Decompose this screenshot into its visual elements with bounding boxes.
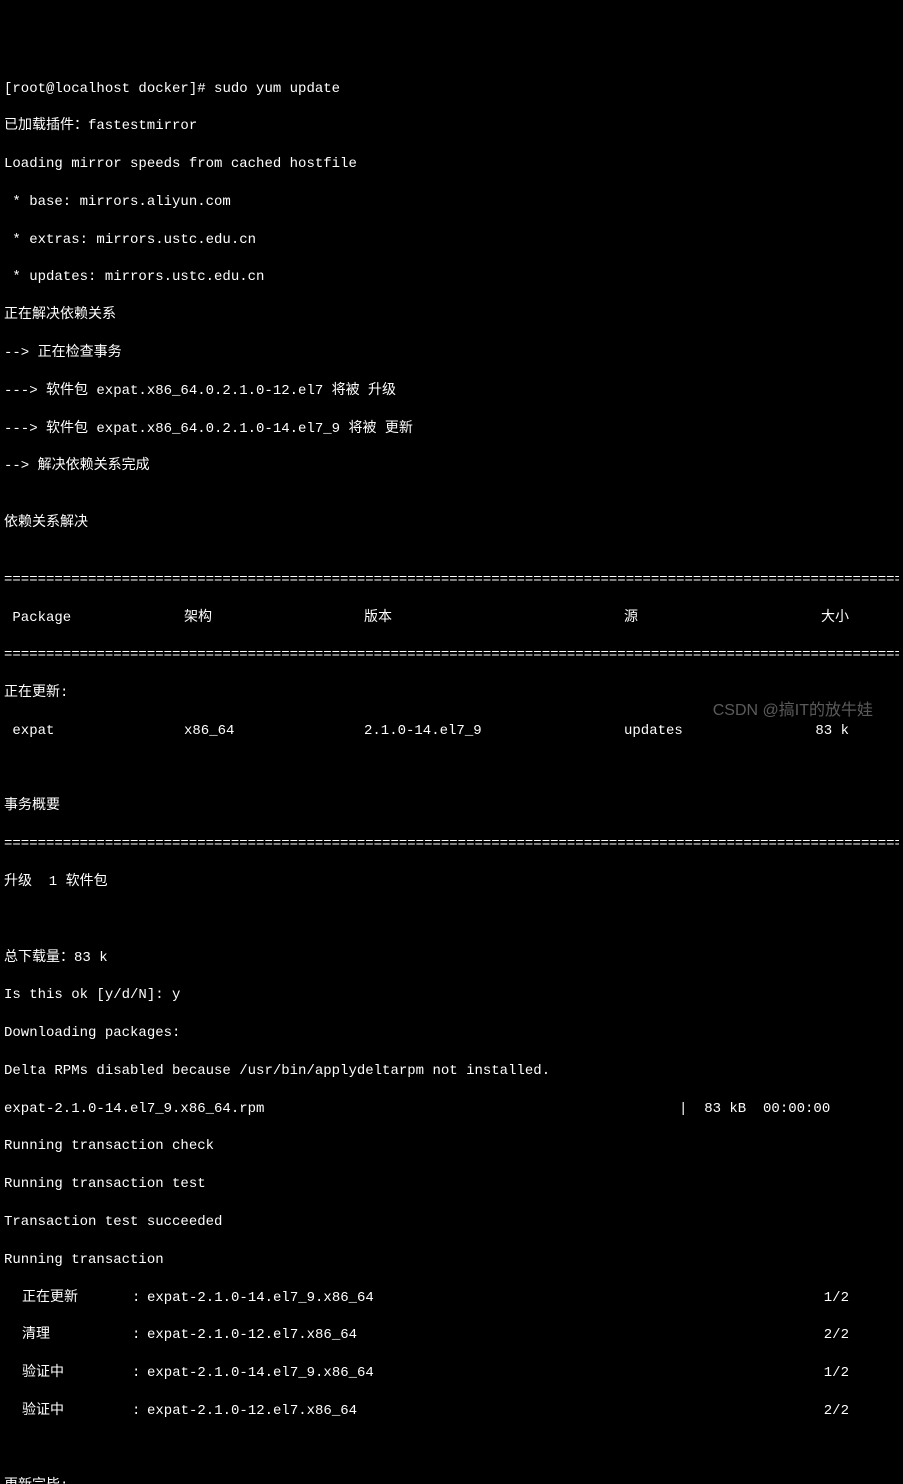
trans-count: 1/2 — [789, 1289, 899, 1308]
updated-label: 更新完毕: — [4, 1477, 899, 1484]
cell-arch: x86_64 — [184, 722, 364, 741]
output-line: 已加载插件：fastestmirror — [4, 117, 899, 136]
output-line: ---> 软件包 expat.x86_64.0.2.1.0-14.el7_9 将… — [4, 420, 899, 439]
output-line: ---> 软件包 expat.x86_64.0.2.1.0-12.el7 将被 … — [4, 382, 899, 401]
prompt-line[interactable]: [root@localhost docker]# sudo yum update — [4, 80, 899, 99]
trans-package: expat-2.1.0-14.el7_9.x86_64 — [147, 1364, 789, 1383]
summary-label: 事务概要 — [4, 797, 899, 816]
trans-count: 2/2 — [789, 1326, 899, 1345]
transaction-row: 正在更新 : expat-2.1.0-14.el7_9.x86_64 1/2 — [4, 1289, 899, 1308]
col-size: 大小 — [794, 609, 899, 628]
output-line: --> 正在检查事务 — [4, 344, 899, 363]
trans-action: 验证中 — [4, 1364, 132, 1383]
output-line: Downloading packages: — [4, 1024, 899, 1043]
watermark: CSDN @搞IT的放牛娃 — [713, 700, 873, 722]
output-line: Transaction test succeeded — [4, 1213, 899, 1232]
trans-package: expat-2.1.0-12.el7.x86_64 — [147, 1402, 789, 1421]
trans-count: 2/2 — [789, 1402, 899, 1421]
output-line: --> 解决依赖关系完成 — [4, 457, 899, 476]
table-header: Package 架构 版本 源 大小 — [4, 609, 899, 628]
output-line: 正在解决依赖关系 — [4, 306, 899, 325]
blank-line — [4, 760, 899, 779]
table-row: expat x86_64 2.1.0-14.el7_9 updates 83 k — [4, 722, 899, 741]
total-download: 总下载量：83 k — [4, 949, 899, 968]
trans-package: expat-2.1.0-14.el7_9.x86_64 — [147, 1289, 789, 1308]
trans-package: expat-2.1.0-12.el7.x86_64 — [147, 1326, 789, 1345]
trans-sep: : — [132, 1326, 147, 1345]
trans-action: 清理 — [4, 1326, 132, 1345]
col-arch: 架构 — [184, 609, 364, 628]
transaction-row: 清理 : expat-2.1.0-12.el7.x86_64 2/2 — [4, 1326, 899, 1345]
trans-action: 正在更新 — [4, 1289, 132, 1308]
transaction-row: 验证中 : expat-2.1.0-12.el7.x86_64 2/2 — [4, 1402, 899, 1421]
trans-sep: : — [132, 1364, 147, 1383]
col-repo: 源 — [624, 609, 794, 628]
cell-repo: updates — [624, 722, 794, 741]
output-line: Running transaction test — [4, 1175, 899, 1194]
divider: ========================================… — [4, 646, 899, 665]
output-line: * updates: mirrors.ustc.edu.cn — [4, 268, 899, 287]
cell-version: 2.1.0-14.el7_9 — [364, 722, 624, 741]
col-package: Package — [4, 609, 184, 628]
download-file: expat-2.1.0-14.el7_9.x86_64.rpm — [4, 1100, 679, 1119]
trans-sep: : — [132, 1289, 147, 1308]
divider: ========================================… — [4, 571, 899, 590]
download-stats: | 83 kB 00:00:00 — [679, 1100, 899, 1119]
transaction-row: 验证中 : expat-2.1.0-14.el7_9.x86_64 1/2 — [4, 1364, 899, 1383]
output-line: Loading mirror speeds from cached hostfi… — [4, 155, 899, 174]
confirm-prompt[interactable]: Is this ok [y/d/N]: y — [4, 986, 899, 1005]
output-line: * extras: mirrors.ustc.edu.cn — [4, 231, 899, 250]
blank-line — [4, 1440, 899, 1459]
trans-action: 验证中 — [4, 1402, 132, 1421]
output-line: * base: mirrors.aliyun.com — [4, 193, 899, 212]
col-version: 版本 — [364, 609, 624, 628]
cell-package: expat — [4, 722, 184, 741]
divider: ========================================… — [4, 835, 899, 854]
trans-sep: : — [132, 1402, 147, 1421]
prompt: [root@localhost docker]# — [4, 81, 214, 97]
cell-size: 83 k — [794, 722, 899, 741]
upgrade-count: 升级 1 软件包 — [4, 873, 899, 892]
blank-line — [4, 911, 899, 930]
download-row: expat-2.1.0-14.el7_9.x86_64.rpm | 83 kB … — [4, 1100, 899, 1119]
output-line: Delta RPMs disabled because /usr/bin/app… — [4, 1062, 899, 1081]
command: sudo yum update — [214, 81, 340, 97]
output-line: Running transaction — [4, 1251, 899, 1270]
trans-count: 1/2 — [789, 1364, 899, 1383]
output-line: 依赖关系解决 — [4, 514, 899, 533]
output-line: Running transaction check — [4, 1137, 899, 1156]
